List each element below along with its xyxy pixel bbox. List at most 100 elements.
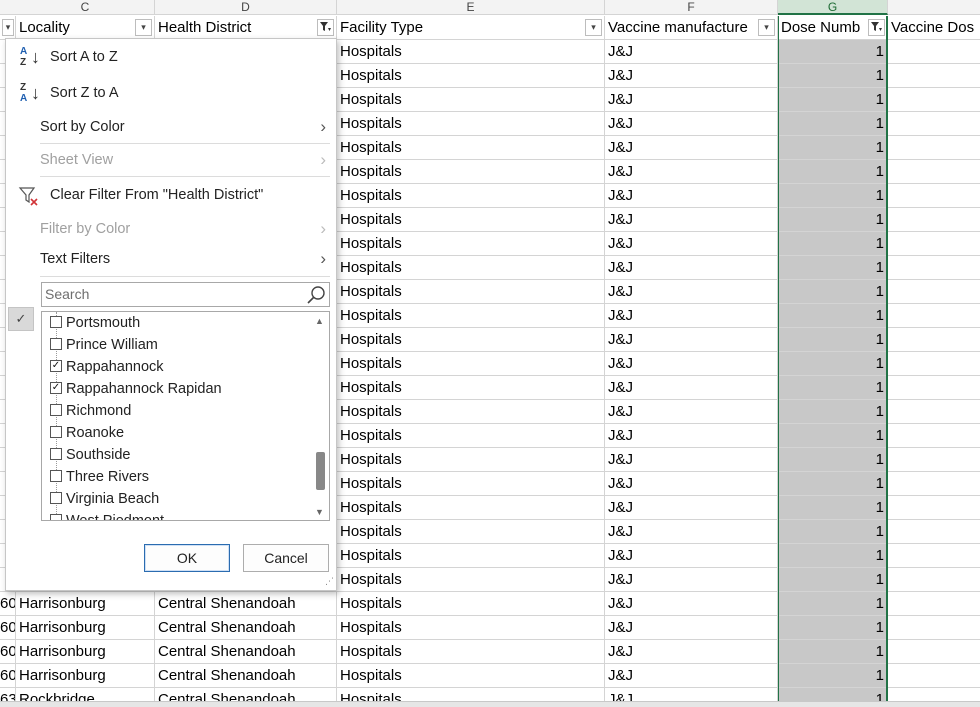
cell-locality[interactable]: Harrisonburg [16,664,155,688]
cell-manufacturer[interactable]: J&J [605,232,778,256]
cell-facility[interactable]: Hospitals [337,616,605,640]
cell-vaccine-dose[interactable] [888,640,980,664]
cell-facility[interactable]: Hospitals [337,232,605,256]
cell-facility[interactable]: Hospitals [337,496,605,520]
column-letter-f[interactable]: F [605,0,778,15]
filter-dropdown-panel[interactable]: A Z ↓ Sort A to Z Z A ↓ Sort Z to A Sort by … [5,38,337,591]
cell-vaccine-dose[interactable] [888,136,980,160]
sheet-tab-bar[interactable] [0,701,980,707]
cell-facility[interactable]: Hospitals [337,568,605,592]
cell-dose[interactable]: 1 [778,544,888,568]
cell-locality[interactable]: Harrisonburg [16,616,155,640]
clear-filter[interactable]: Clear Filter From "Health District" [6,180,336,210]
checkbox-icon[interactable] [50,514,62,520]
cell-district[interactable]: Central Shenandoah [155,664,337,688]
cell-vaccine-dose[interactable] [888,376,980,400]
scroll-thumb[interactable] [316,452,325,490]
cell-facility[interactable]: Hospitals [337,256,605,280]
cell-vaccine-dose[interactable] [888,496,980,520]
spreadsheet[interactable]: C D E F G ▾ Locality ▾ Health District F… [0,0,980,707]
cell-dose[interactable]: 1 [778,352,888,376]
cell-vaccine-dose[interactable] [888,592,980,616]
cell-dose[interactable]: 1 [778,400,888,424]
filter-values-list[interactable]: Portsmouth Prince William ✓ Rappahannock ✓ Ra… [41,311,330,521]
column-letter-d[interactable]: D [155,0,337,15]
filter-list-item[interactable]: Portsmouth [50,312,140,334]
cell-dose[interactable]: 1 [778,208,888,232]
filter-list-item[interactable]: West Piedmont [50,510,164,520]
cell-vaccine-dose[interactable] [888,160,980,184]
header-health-district[interactable]: Health District [155,16,337,40]
cell-facility[interactable]: Hospitals [337,280,605,304]
header-vaccine-dose[interactable]: Vaccine Dos [888,16,980,40]
cell-facility[interactable]: Hospitals [337,352,605,376]
checkbox-icon[interactable] [50,470,62,482]
cell-vaccine-dose[interactable] [888,424,980,448]
header-col-b[interactable]: ▾ [0,16,16,40]
filter-list-item[interactable]: Three Rivers [50,466,149,488]
cell-facility[interactable]: Hospitals [337,664,605,688]
cell-vaccine-dose[interactable] [888,664,980,688]
cancel-button[interactable]: Cancel [243,544,329,572]
cell-vaccine-dose[interactable] [888,448,980,472]
cell-dose[interactable]: 1 [778,472,888,496]
cell-vaccine-dose[interactable] [888,112,980,136]
cell-vaccine-dose[interactable] [888,64,980,88]
cell-dose[interactable]: 1 [778,64,888,88]
cell-vaccine-dose[interactable] [888,232,980,256]
cell-manufacturer[interactable]: J&J [605,400,778,424]
sort-a-to-z[interactable]: A Z ↓ Sort A to Z [6,42,336,72]
resize-grip-icon[interactable]: ⋰ [325,576,334,587]
cell-facility[interactable]: Hospitals [337,88,605,112]
cell-facility[interactable]: Hospitals [337,112,605,136]
cell-manufacturer[interactable]: J&J [605,304,778,328]
cell-locality[interactable]: Harrisonburg [16,592,155,616]
cell-manufacturer[interactable]: J&J [605,592,778,616]
cell-vaccine-dose[interactable] [888,88,980,112]
scroll-up-icon[interactable]: ▲ [315,316,324,326]
cell-manufacturer[interactable]: J&J [605,448,778,472]
cell-vaccine-dose[interactable] [888,544,980,568]
cell-locality[interactable]: Harrisonburg [16,640,155,664]
cell-vaccine-dose[interactable] [888,208,980,232]
cell-dose[interactable]: 1 [778,520,888,544]
cell-facility[interactable]: Hospitals [337,424,605,448]
cell-manufacturer[interactable]: J&J [605,520,778,544]
list-scrollbar[interactable]: ▲ ▼ [311,312,329,520]
cell-vaccine-dose[interactable] [888,520,980,544]
cell-vaccine-dose[interactable] [888,256,980,280]
cell-manufacturer[interactable]: J&J [605,184,778,208]
cell-facility[interactable]: Hospitals [337,448,605,472]
checkbox-checked-icon[interactable]: ✓ [50,382,62,394]
cell-dose[interactable]: 1 [778,592,888,616]
column-letter-e[interactable]: E [337,0,605,15]
filter-search-input[interactable]: Search [41,282,330,307]
cell-facility[interactable]: Hospitals [337,208,605,232]
cell-facility[interactable]: Hospitals [337,304,605,328]
filter-list-item[interactable]: Virginia Beach [50,488,159,510]
cell-dose[interactable]: 1 [778,616,888,640]
ok-button[interactable]: OK [144,544,230,572]
filter-dropdown-locality[interactable]: ▾ [135,19,152,36]
cell-dose[interactable]: 1 [778,232,888,256]
cell-vaccine-dose[interactable] [888,328,980,352]
cell-district[interactable]: Central Shenandoah [155,640,337,664]
cell-facility[interactable]: Hospitals [337,592,605,616]
checkbox-icon[interactable] [50,492,62,504]
cell-dose[interactable]: 1 [778,328,888,352]
filter-list-item[interactable]: Roanoke [50,422,124,444]
column-letter-c[interactable]: C [16,0,155,15]
cell-dose[interactable]: 1 [778,136,888,160]
cell-dose[interactable]: 1 [778,568,888,592]
cell-manufacturer[interactable]: J&J [605,256,778,280]
cell-manufacturer[interactable]: J&J [605,352,778,376]
cell-vaccine-dose[interactable] [888,184,980,208]
cell-facility[interactable]: Hospitals [337,184,605,208]
cell-facility[interactable]: Hospitals [337,40,605,64]
cell-facility[interactable]: Hospitals [337,520,605,544]
cell-manufacturer[interactable]: J&J [605,472,778,496]
checkbox-checked-icon[interactable]: ✓ [50,360,62,372]
cell-dose[interactable]: 1 [778,448,888,472]
cell-manufacturer[interactable]: J&J [605,616,778,640]
filter-dropdown-manufacturer[interactable]: ▾ [758,19,775,36]
